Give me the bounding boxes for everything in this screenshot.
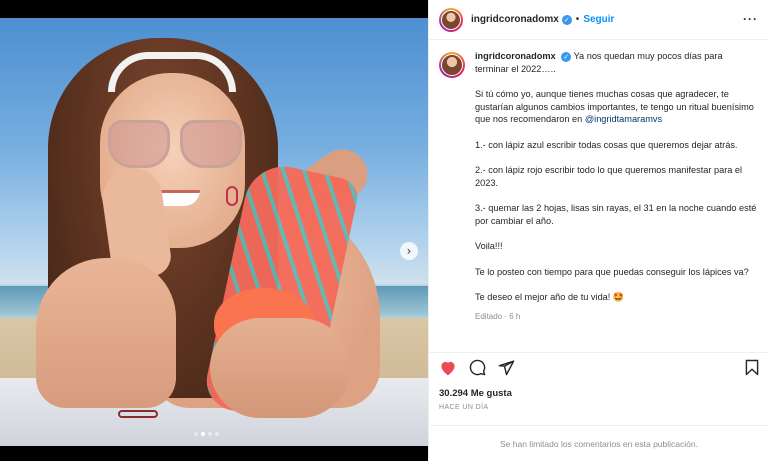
follow-button[interactable]: Seguir (583, 14, 614, 25)
post-media: › (0, 0, 428, 461)
carousel-dot (215, 432, 219, 436)
post-header: ingridcoronadomx ✓ • Seguir ··· (429, 0, 768, 40)
action-bar (429, 352, 768, 382)
post-photo[interactable]: › (0, 18, 428, 446)
caption-paragraph: Voila!!! (475, 241, 503, 251)
photo-bracelet (118, 410, 158, 418)
photo-headband (108, 52, 236, 92)
heart-icon[interactable] (439, 360, 457, 376)
caption-paragraph: 1.- con lápiz azul escribir todas cosas … (475, 139, 738, 150)
verified-badge-icon: ✓ (561, 51, 572, 62)
carousel-dot (194, 432, 198, 436)
comment-icon[interactable] (469, 359, 486, 376)
post-caption: ingridcoronadomx ✓ Ya nos quedan muy poc… (429, 40, 768, 340)
header-separator: • (575, 14, 580, 25)
edited-timestamp: Editado · 6 h (475, 311, 521, 321)
caption-paragraph: 3.- quemar las 2 hojas, lisas sin rayas,… (475, 203, 757, 226)
caption-username[interactable]: ingridcoronadomx (475, 51, 556, 61)
username-link[interactable]: ingridcoronadomx (471, 14, 559, 25)
photo-sunglasses (108, 120, 244, 170)
caption-avatar[interactable] (439, 52, 465, 78)
next-media-button[interactable]: › (400, 242, 418, 260)
caption-paragraph: Te lo posteo con tiempo para que puedas … (475, 266, 749, 277)
mention-link[interactable]: @ingridtamaramvs (585, 114, 662, 124)
photo-arm (36, 258, 176, 408)
bookmark-icon[interactable] (745, 359, 759, 376)
post-date: HACE UN DÍA (439, 404, 489, 411)
caption-paragraph: Te deseo el mejor año de tu vida! 🤩 (475, 292, 625, 302)
comments-limited-notice: Se han limitado los comentarios en esta … (429, 425, 768, 461)
share-icon[interactable] (498, 359, 515, 376)
caption-paragraph: Si tú cómo yo, aunque tienes muchas cosa… (475, 89, 754, 124)
carousel-dots (194, 432, 219, 436)
photo-arm-lower (210, 318, 350, 418)
more-options-icon[interactable]: ··· (743, 12, 758, 26)
post-sidebar: ingridcoronadomx ✓ • Seguir ··· ingridco… (428, 0, 768, 461)
verified-badge-icon: ✓ (561, 14, 572, 25)
likes-count[interactable]: 30.294 Me gusta (439, 388, 512, 399)
carousel-dot-active (201, 432, 205, 436)
avatar[interactable] (439, 7, 463, 32)
carousel-dot (208, 432, 212, 436)
photo-earring (226, 186, 238, 206)
caption-paragraph: 2.- con lápiz rojo escribir todo lo que … (475, 165, 743, 188)
